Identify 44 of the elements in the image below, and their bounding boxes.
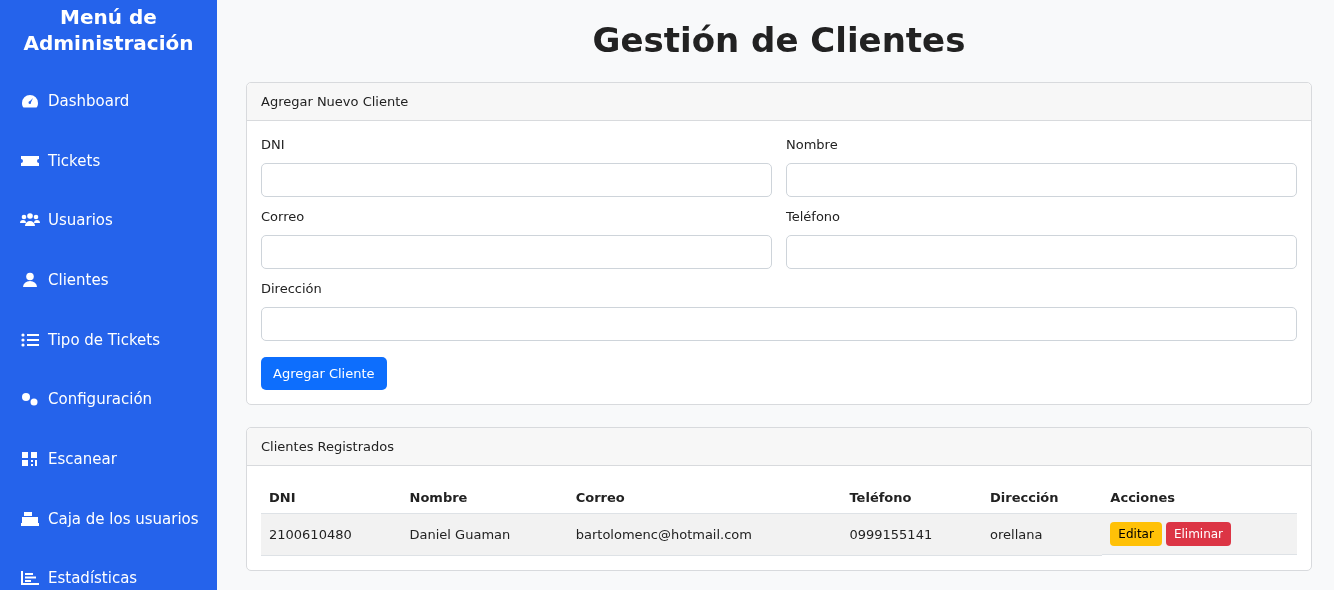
sidebar-item[interactable]: Configuración bbox=[0, 369, 217, 430]
qr-code-icon bbox=[20, 450, 40, 467]
sidebar-item[interactable]: Tipo de Tickets bbox=[0, 309, 217, 370]
column-header: Correo bbox=[567, 490, 842, 514]
add-client-button[interactable]: Agregar Cliente bbox=[261, 357, 387, 390]
input-field[interactable] bbox=[786, 235, 1297, 269]
page-title: Gestión de Clientes bbox=[591, 19, 967, 62]
bar-chart-icon bbox=[20, 570, 40, 587]
input-field[interactable] bbox=[261, 307, 1297, 341]
input-field[interactable] bbox=[261, 235, 772, 269]
column-header: DNI bbox=[261, 490, 402, 514]
sidebar-item[interactable]: Caja de los usuarios bbox=[0, 488, 217, 549]
sidebar-item[interactable]: Estadísticas bbox=[0, 548, 217, 590]
gauge-icon bbox=[20, 92, 40, 109]
column-header: Dirección bbox=[982, 490, 1103, 514]
card-header: Agregar Nuevo Cliente bbox=[247, 83, 1311, 121]
field-label: Nombre bbox=[786, 136, 839, 154]
user-icon bbox=[20, 271, 40, 288]
table-cell: 2100610480 bbox=[261, 513, 402, 555]
input-field[interactable] bbox=[261, 163, 772, 197]
sidebar-item[interactable]: Escanear bbox=[0, 429, 217, 489]
column-header: Acciones bbox=[1102, 490, 1297, 514]
input-field[interactable] bbox=[786, 163, 1297, 197]
list-icon bbox=[20, 331, 40, 348]
table-cell: Daniel Guaman bbox=[401, 513, 568, 555]
table-cell: bartolomenc@hotmail.com bbox=[567, 513, 842, 555]
sidebar-item[interactable]: Tickets bbox=[0, 130, 217, 191]
table-cell: 0999155141 bbox=[841, 513, 982, 555]
cash-register-icon bbox=[20, 510, 40, 527]
card-header: Clientes Registrados bbox=[247, 428, 1311, 466]
column-header: Nombre bbox=[401, 490, 568, 514]
sidebar-title: Menú de Administración bbox=[22, 4, 195, 56]
column-header: Teléfono bbox=[841, 490, 982, 514]
field-label: Correo bbox=[261, 208, 306, 226]
sidebar-item[interactable]: Dashboard bbox=[0, 71, 217, 131]
users-icon bbox=[20, 212, 40, 229]
sidebar-item[interactable]: Clientes bbox=[0, 250, 217, 310]
field-label: Dirección bbox=[261, 280, 323, 298]
edit-button[interactable]: Editar bbox=[1110, 522, 1162, 546]
sidebar-item[interactable]: Usuarios bbox=[0, 190, 217, 251]
table-cell: orellana bbox=[982, 513, 1103, 555]
delete-button[interactable]: Eliminar bbox=[1165, 522, 1232, 546]
field-label: DNI bbox=[261, 136, 286, 154]
field-label: Teléfono bbox=[786, 208, 842, 226]
